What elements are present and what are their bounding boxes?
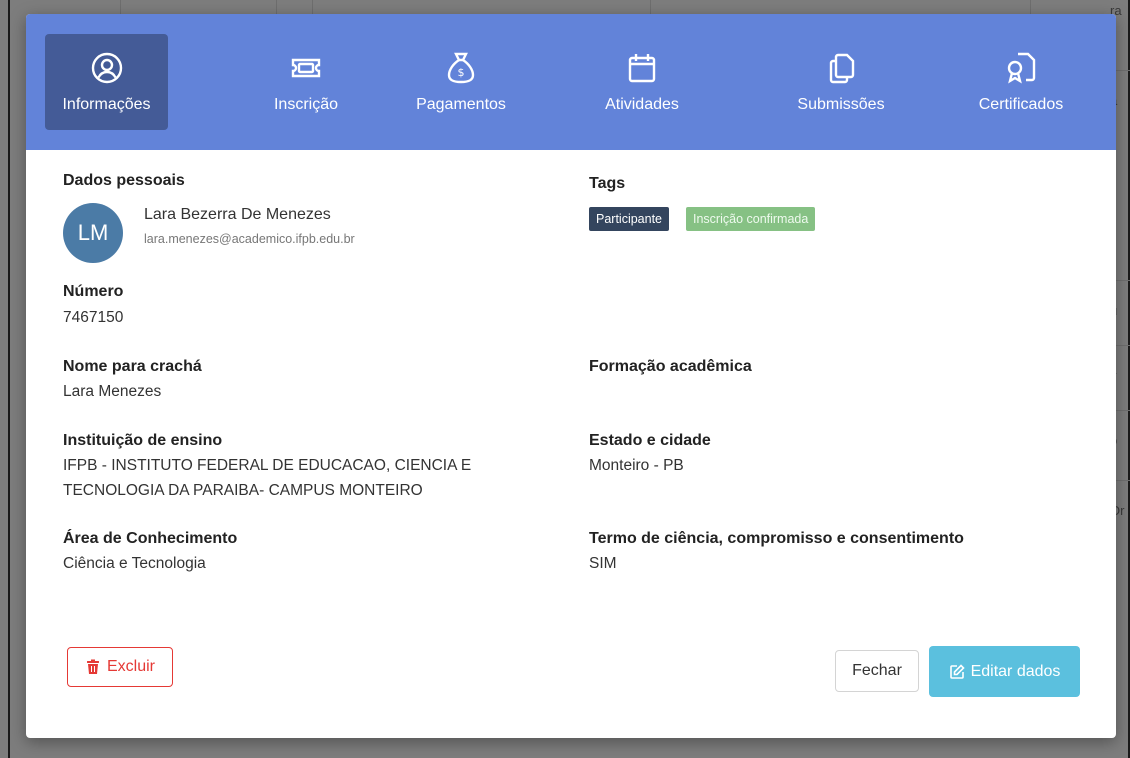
edit-button-label: Editar dados — [970, 662, 1061, 680]
instituicao-value-line1: IFPB - INSTITUTO FEDERAL DE EDUCACAO, CI… — [63, 457, 472, 474]
estado-label: Estado e cidade — [589, 432, 711, 449]
tab-label: Atividades — [605, 96, 679, 113]
area-label: Área de Conhecimento — [63, 530, 238, 547]
tab-inscricao[interactable]: Inscrição — [211, 34, 401, 130]
edit-data-button[interactable]: Editar dados — [929, 646, 1080, 697]
numero-label: Número — [63, 283, 124, 300]
tab-pagamentos[interactable]: $ Pagamentos — [381, 34, 541, 130]
personal-section-label: Dados pessoais — [63, 172, 185, 189]
estado-value: Monteiro - PB — [589, 457, 684, 474]
instituicao-label: Instituição de ensino — [63, 432, 223, 449]
participant-name: Lara Bezerra De Menezes — [144, 206, 331, 223]
tab-label: Inscrição — [273, 96, 339, 113]
background-divider — [276, 0, 277, 14]
cracha-value: Lara Menezes — [63, 383, 162, 400]
termo-value: SIM — [589, 555, 617, 572]
participant-modal: Informações Inscrição $ Pagamentos Ativi… — [26, 14, 1116, 738]
ticket-icon — [291, 58, 321, 78]
participant-email: lara.menezes@academico.ifpb.edu.br — [144, 232, 355, 246]
tab-label: Informações — [62, 96, 151, 113]
tags-label: Tags — [589, 175, 626, 192]
close-button-label: Fechar — [852, 662, 902, 679]
background-divider — [120, 0, 121, 14]
cracha-label: Nome para crachá — [63, 358, 202, 375]
background-divider — [1030, 0, 1031, 14]
certificate-icon — [1007, 52, 1036, 84]
termo-label: Termo de ciência, compromisso e consenti… — [589, 530, 964, 547]
tab-certificados[interactable]: Certificados — [951, 34, 1091, 130]
money-bag-icon: $ — [447, 52, 475, 84]
tag-inscricao-confirmada: Inscrição confirmada — [686, 207, 816, 231]
tab-submissoes[interactable]: Submissões — [761, 34, 921, 130]
area-value: Ciência e Tecnologia — [63, 555, 206, 572]
copy-icon — [829, 53, 855, 84]
tab-atividades[interactable]: Atividades — [567, 34, 717, 130]
numero-value: 7467150 — [63, 309, 124, 326]
background-divider — [650, 0, 651, 14]
tab-label: Certificados — [978, 96, 1064, 113]
formacao-label: Formação acadêmica — [589, 358, 752, 375]
tab-label: Pagamentos — [416, 96, 506, 113]
svg-text:$: $ — [458, 66, 465, 79]
instituicao-value-line2: TECNOLOGIA DA PARAIBA- CAMPUS MONTEIRO — [63, 482, 423, 499]
tag-participante: Participante — [589, 207, 670, 231]
tab-label: Submissões — [797, 96, 885, 113]
background-divider — [312, 0, 313, 14]
delete-button-label: Excluir — [106, 658, 155, 675]
close-button[interactable]: Fechar — [835, 650, 919, 692]
modal-tabbar: Informações Inscrição $ Pagamentos Ativi… — [26, 14, 1116, 150]
edit-icon — [949, 663, 965, 679]
user-circle-icon — [91, 52, 122, 84]
avatar: LM — [63, 203, 123, 263]
tab-informacoes[interactable]: Informações — [45, 34, 168, 130]
trash-icon — [86, 659, 99, 674]
delete-button[interactable]: Excluir — [67, 647, 173, 687]
calendar-icon — [628, 54, 656, 83]
